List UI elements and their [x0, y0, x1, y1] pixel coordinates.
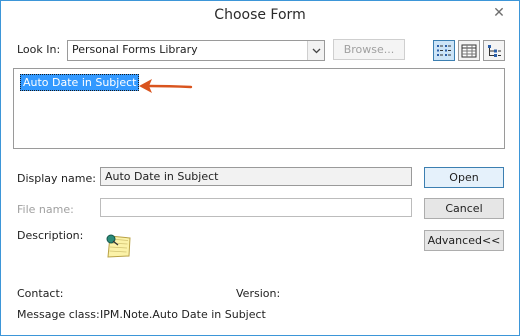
form-pushpin-icon: [106, 234, 131, 258]
advanced-button[interactable]: Advanced<<: [424, 230, 504, 251]
look-in-value: Personal Forms Library: [72, 43, 198, 56]
file-name-field: [100, 198, 412, 217]
hierarchy-view-button[interactable]: [483, 40, 505, 61]
chevron-down-icon[interactable]: [307, 41, 324, 60]
look-in-label: Look In:: [17, 43, 61, 56]
details-view-button[interactable]: [458, 40, 480, 61]
display-name-field: Auto Date in Subject: [100, 167, 412, 186]
list-item[interactable]: Auto Date in Subject: [20, 74, 140, 91]
hierarchy-view-icon: [488, 44, 501, 57]
open-button[interactable]: Open: [424, 167, 504, 188]
annotation-arrow-icon: [139, 79, 193, 93]
contact-label: Contact:: [17, 287, 64, 300]
display-name-label: Display name:: [17, 172, 96, 185]
forms-list[interactable]: Auto Date in Subject: [13, 68, 505, 149]
dialog-title: Choose Form: [214, 7, 306, 23]
description-label: Description:: [17, 229, 84, 242]
display-name-value: Auto Date in Subject: [105, 170, 219, 183]
look-in-dropdown[interactable]: Personal Forms Library: [67, 40, 325, 61]
list-view-button[interactable]: [433, 40, 455, 61]
choose-form-dialog: Choose Form ✕ Look In: Personal Forms Li…: [0, 0, 520, 336]
list-view-icon: [437, 45, 451, 56]
title-bar[interactable]: Choose Form ✕: [1, 1, 519, 32]
message-class-value: IPM.Note.Auto Date in Subject: [100, 308, 266, 321]
version-label: Version:: [236, 287, 281, 300]
details-view-icon: [461, 44, 477, 57]
file-name-label: File name:: [17, 203, 74, 216]
browse-button[interactable]: Browse...: [333, 39, 405, 60]
message-class-label: Message class:: [17, 308, 100, 321]
close-icon: ✕: [493, 5, 505, 21]
close-button[interactable]: ✕: [481, 2, 517, 24]
cancel-button[interactable]: Cancel: [424, 198, 504, 219]
